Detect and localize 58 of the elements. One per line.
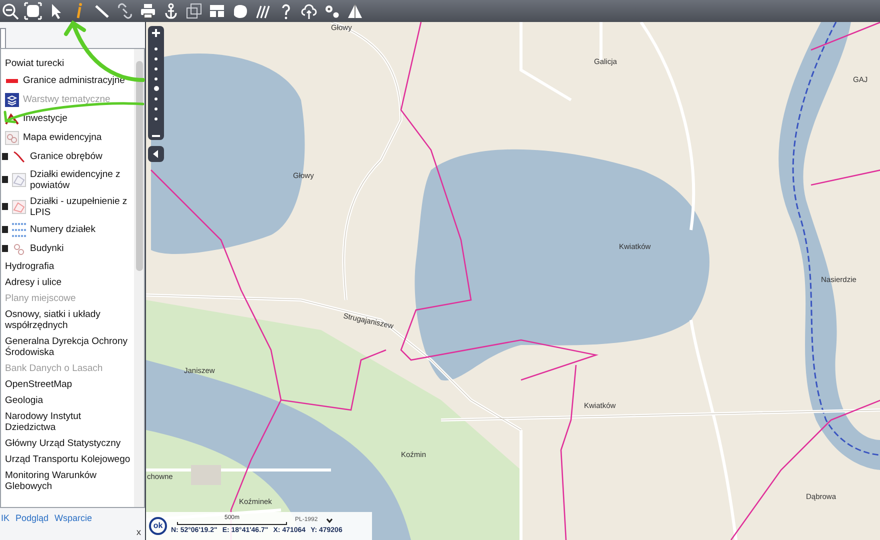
- copy-icon[interactable]: [185, 2, 203, 20]
- layer-icon: [12, 172, 26, 186]
- layer-item[interactable]: Inwestycje: [23, 113, 68, 124]
- footer-link[interactable]: Podgląd: [16, 512, 49, 526]
- speech-bubble-icon[interactable]: [231, 2, 249, 20]
- collapse-panel-button[interactable]: [148, 146, 164, 162]
- layer-item[interactable]: Narodowy Instytut Dziedzictwa: [5, 410, 132, 432]
- layer-icon: [12, 200, 26, 214]
- checkbox[interactable]: [2, 245, 8, 252]
- layer-item[interactable]: Numery działek: [30, 224, 96, 235]
- chevron-down-icon[interactable]: [326, 518, 333, 523]
- panel-tab[interactable]: [0, 28, 6, 48]
- layer-item[interactable]: Powiat turecki: [5, 58, 64, 68]
- layer-item[interactable]: Osnowy, siatki i układy współrzędnych: [5, 308, 132, 330]
- layer-item[interactable]: OpenStreetMap: [5, 378, 72, 390]
- footer-link[interactable]: IK: [1, 512, 10, 526]
- layer-item[interactable]: Urząd Transportu Kolejowego: [5, 454, 130, 464]
- zoom-slider[interactable]: [148, 26, 164, 140]
- zoom-extent-icon[interactable]: [24, 2, 42, 20]
- zoom-thumb[interactable]: [154, 86, 158, 92]
- zoom-out-icon[interactable]: [1, 2, 19, 20]
- building-block: [191, 465, 221, 485]
- layer-item[interactable]: Działki ewidencyjne z powiatów: [30, 168, 132, 190]
- prism-icon[interactable]: [346, 2, 364, 20]
- cloud-upload-icon[interactable]: [300, 2, 318, 20]
- anchor-icon[interactable]: [162, 2, 180, 20]
- layer-item[interactable]: Działki - uzupełnienie z LPIS: [30, 196, 132, 218]
- zoom-in-icon[interactable]: [151, 28, 161, 38]
- layer-item[interactable]: Granice administracyjne: [23, 75, 125, 86]
- footer-link[interactable]: Wsparcie: [54, 512, 92, 526]
- checkbox[interactable]: [2, 176, 8, 183]
- layer-icon: [5, 112, 19, 126]
- layer-icon: [12, 150, 26, 164]
- checkbox[interactable]: [2, 153, 8, 160]
- ok-button[interactable]: ok: [149, 517, 167, 535]
- link-icon[interactable]: [116, 2, 134, 20]
- layer-item[interactable]: Granice obrębów: [30, 151, 102, 162]
- layout-icon[interactable]: [208, 2, 226, 20]
- layer-item[interactable]: Generalna Dyrekcja Ochrony Środowiska: [5, 336, 132, 358]
- layer-item[interactable]: Hydrografia: [5, 260, 54, 272]
- layer-item[interactable]: Mapa ewidencyjna: [23, 132, 102, 143]
- scrollbar[interactable]: [134, 49, 144, 507]
- layer-item[interactable]: Monitoring Warunków Glebowych: [5, 470, 132, 492]
- layer-icon: [12, 242, 26, 256]
- ruler-icon[interactable]: [93, 2, 111, 20]
- layer-icon: [5, 130, 19, 144]
- layer-icon: [12, 222, 26, 236]
- layer-icon: [5, 92, 19, 106]
- checkbox[interactable]: [2, 226, 8, 233]
- print-icon[interactable]: [139, 2, 157, 20]
- layer-item[interactable]: Główny Urząd Statystyczny: [5, 438, 121, 448]
- layer-item[interactable]: Geologia: [5, 394, 44, 406]
- layer-item[interactable]: Adresy i ulice: [5, 276, 62, 288]
- layer-item[interactable]: Budynki: [30, 243, 64, 254]
- triangle-left-icon: [153, 150, 159, 158]
- close-button[interactable]: x: [136, 526, 141, 539]
- zoom-out-icon[interactable]: [151, 134, 161, 138]
- checkbox[interactable]: [2, 203, 8, 210]
